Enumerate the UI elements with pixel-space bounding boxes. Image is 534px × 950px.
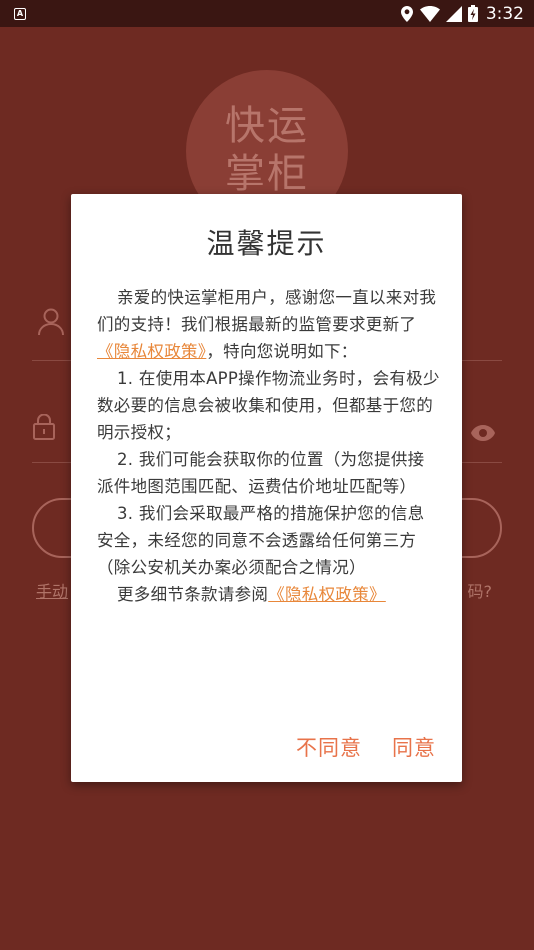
manual-link[interactable]: 手动 — [36, 578, 68, 602]
user-icon — [38, 308, 64, 336]
disagree-button[interactable]: 不同意 — [296, 732, 362, 762]
dialog-actions: 不同意 同意 — [296, 732, 436, 762]
privacy-policy-link[interactable]: 《隐私权政策》 — [97, 342, 206, 361]
item-2: 2. 我们可能会获取你的位置（为您提供接派件地图范围匹配、运费估价地址匹配等） — [97, 450, 425, 496]
wifi-icon — [419, 5, 440, 22]
privacy-policy-link-2[interactable]: 《隐私权政策》 — [268, 585, 386, 604]
dialog-body: 亲爱的快运掌柜用户，感谢您一直以来对我们的支持！我们根据最新的监管要求更新了《隐… — [97, 284, 441, 608]
status-bar: A 3:32 — [0, 0, 534, 27]
dialog-title: 温馨提示 — [206, 227, 327, 260]
signal-icon — [445, 5, 462, 22]
item-3: 3. 我们会采取最严格的措施保护您的信息安全，未经您的同意不会透露给任何第三方（… — [97, 504, 425, 577]
app-logo-text: 快运 掌柜 — [225, 103, 309, 197]
notification-a-icon: A — [14, 7, 26, 20]
intro-paragraph: 亲爱的快运掌柜用户，感谢您一直以来对我们的支持！我们根据最新的监管要求更新了《隐… — [97, 288, 437, 361]
more-details-paragraph: 更多细节条款请参阅《隐私权政策》 — [117, 585, 386, 604]
item-1: 1. 在使用本APP操作物流业务时，会有极少数必要的信息会被收集和使用，但都基于… — [97, 369, 440, 442]
location-icon — [400, 5, 413, 22]
agree-button[interactable]: 同意 — [392, 732, 436, 762]
battery-icon — [467, 5, 478, 22]
privacy-dialog: 温馨提示 亲爱的快运掌柜用户，感谢您一直以来对我们的支持！我们根据最新的监管要求… — [71, 194, 462, 782]
lock-icon — [33, 414, 55, 440]
forgot-password-link[interactable]: 码? — [468, 578, 493, 602]
eye-icon[interactable] — [470, 424, 496, 442]
status-time: 3:32 — [485, 3, 524, 24]
